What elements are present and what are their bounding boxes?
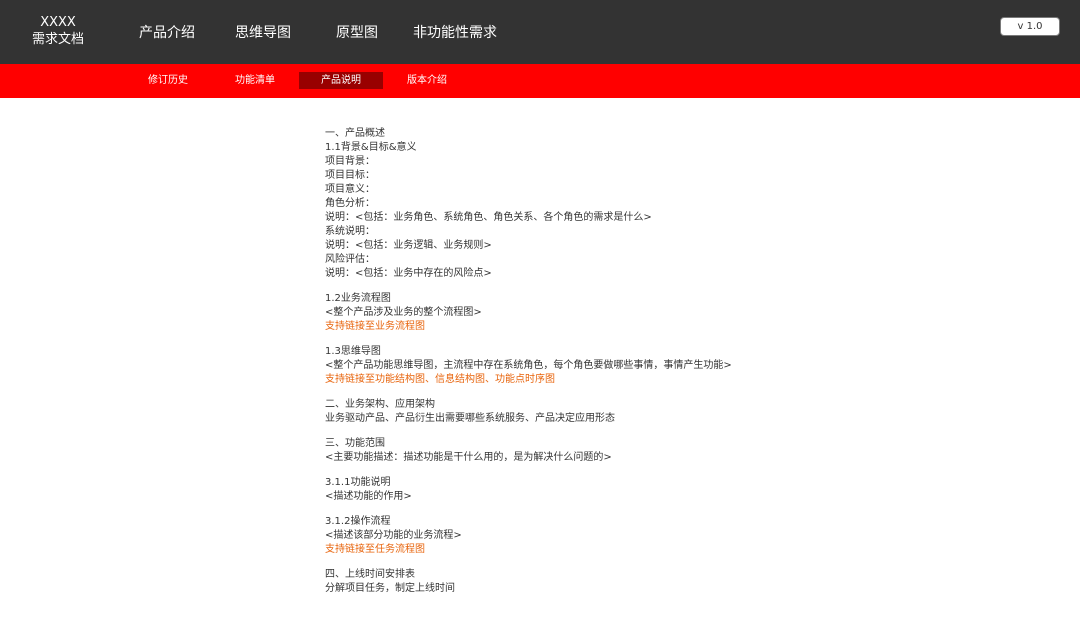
text-line: 系统说明： bbox=[325, 226, 375, 237]
text-line: 分解项目任务，制定上线时间 bbox=[325, 583, 455, 594]
nav-product-intro[interactable]: 产品介绍 bbox=[139, 24, 195, 42]
text-line: 项目意义： bbox=[325, 184, 375, 195]
subsection-heading: 3.1.1功能说明 bbox=[325, 477, 391, 488]
logo-title: XXXX bbox=[40, 15, 76, 30]
logo-subtitle: 需求文档 bbox=[31, 32, 84, 47]
logo[interactable]: XXXX 需求文档 bbox=[14, 14, 102, 48]
subnav-feature-list[interactable]: 功能清单 bbox=[220, 72, 290, 89]
nav-mind-map[interactable]: 思维导图 bbox=[235, 24, 291, 42]
text-line: <整个产品功能思维导图，主流程中存在系统角色，每个角色要做哪些事情，事情产生功能… bbox=[325, 360, 732, 371]
nav-non-functional[interactable]: 非功能性需求 bbox=[413, 24, 497, 42]
subnav-product-description[interactable]: 产品说明 bbox=[299, 72, 383, 89]
sub-nav-bar: 修订历史 功能清单 产品说明 版本介绍 bbox=[0, 64, 1080, 98]
text-line: 角色分析： bbox=[325, 198, 375, 209]
section-heading: 一、产品概述 bbox=[325, 128, 385, 139]
subsection-heading: 1.1背景&目标&意义 bbox=[325, 142, 417, 153]
text-line: 说明：<包括：业务逻辑、业务规则> bbox=[325, 240, 492, 251]
section-function-scope: 三、功能范围 <主要功能描述：描述功能是干什么用的，是为解决什么问题的> bbox=[325, 437, 885, 465]
section-operation-flow: 3.1.2操作流程 <描述该部分功能的业务流程> 支持链接至任务流程图 bbox=[325, 515, 885, 557]
text-line: <描述功能的作用> bbox=[325, 491, 412, 502]
section-launch-schedule: 四、上线时间安排表 分解项目任务，制定上线时间 bbox=[325, 568, 885, 596]
section-heading: 三、功能范围 bbox=[325, 438, 385, 449]
text-line: <主要功能描述：描述功能是干什么用的，是为解决什么问题的> bbox=[325, 452, 612, 463]
text-line: 风险评估： bbox=[325, 254, 375, 265]
business-flowchart-link[interactable]: 支持链接至业务流程图 bbox=[325, 320, 885, 334]
text-line: <描述该部分功能的业务流程> bbox=[325, 530, 462, 541]
structure-diagrams-link[interactable]: 支持链接至功能结构图、信息结构图、功能点时序图 bbox=[325, 373, 885, 387]
section-mind-map: 1.3思维导图 <整个产品功能思维导图，主流程中存在系统角色，每个角色要做哪些事… bbox=[325, 345, 885, 387]
document-content: 一、产品概述 1.1背景&目标&意义 项目背景： 项目目标： 项目意义： 角色分… bbox=[325, 127, 885, 607]
text-line: 项目目标： bbox=[325, 170, 375, 181]
section-architecture: 二、业务架构、应用架构 业务驱动产品、产品衍生出需要哪些系统服务、产品决定应用形… bbox=[325, 398, 885, 426]
section-function-description: 3.1.1功能说明 <描述功能的作用> bbox=[325, 476, 885, 504]
nav-prototype[interactable]: 原型图 bbox=[336, 24, 378, 42]
subnav-version-intro[interactable]: 版本介绍 bbox=[392, 72, 462, 89]
subsection-heading: 1.3思维导图 bbox=[325, 346, 381, 357]
subsection-heading: 1.2业务流程图 bbox=[325, 293, 391, 304]
section-product-overview: 一、产品概述 1.1背景&目标&意义 项目背景： 项目目标： 项目意义： 角色分… bbox=[325, 127, 885, 281]
section-heading: 四、上线时间安排表 bbox=[325, 569, 415, 580]
text-line: 说明：<包括：业务中存在的风险点> bbox=[325, 268, 492, 279]
text-line: 业务驱动产品、产品衍生出需要哪些系统服务、产品决定应用形态 bbox=[325, 413, 615, 424]
top-header-bar: XXXX 需求文档 产品介绍 思维导图 原型图 非功能性需求 v 1.0 bbox=[0, 0, 1080, 64]
subnav-revision-history[interactable]: 修订历史 bbox=[133, 72, 203, 89]
task-flowchart-link[interactable]: 支持链接至任务流程图 bbox=[325, 543, 885, 557]
text-line: <整个产品涉及业务的整个流程图> bbox=[325, 307, 482, 318]
section-heading: 二、业务架构、应用架构 bbox=[325, 399, 435, 410]
version-button[interactable]: v 1.0 bbox=[1000, 17, 1060, 36]
text-line: 说明：<包括：业务角色、系统角色、角色关系、各个角色的需求是什么> bbox=[325, 212, 652, 223]
subsection-heading: 3.1.2操作流程 bbox=[325, 516, 391, 527]
text-line: 项目背景： bbox=[325, 156, 375, 167]
section-business-flowchart: 1.2业务流程图 <整个产品涉及业务的整个流程图> 支持链接至业务流程图 bbox=[325, 292, 885, 334]
